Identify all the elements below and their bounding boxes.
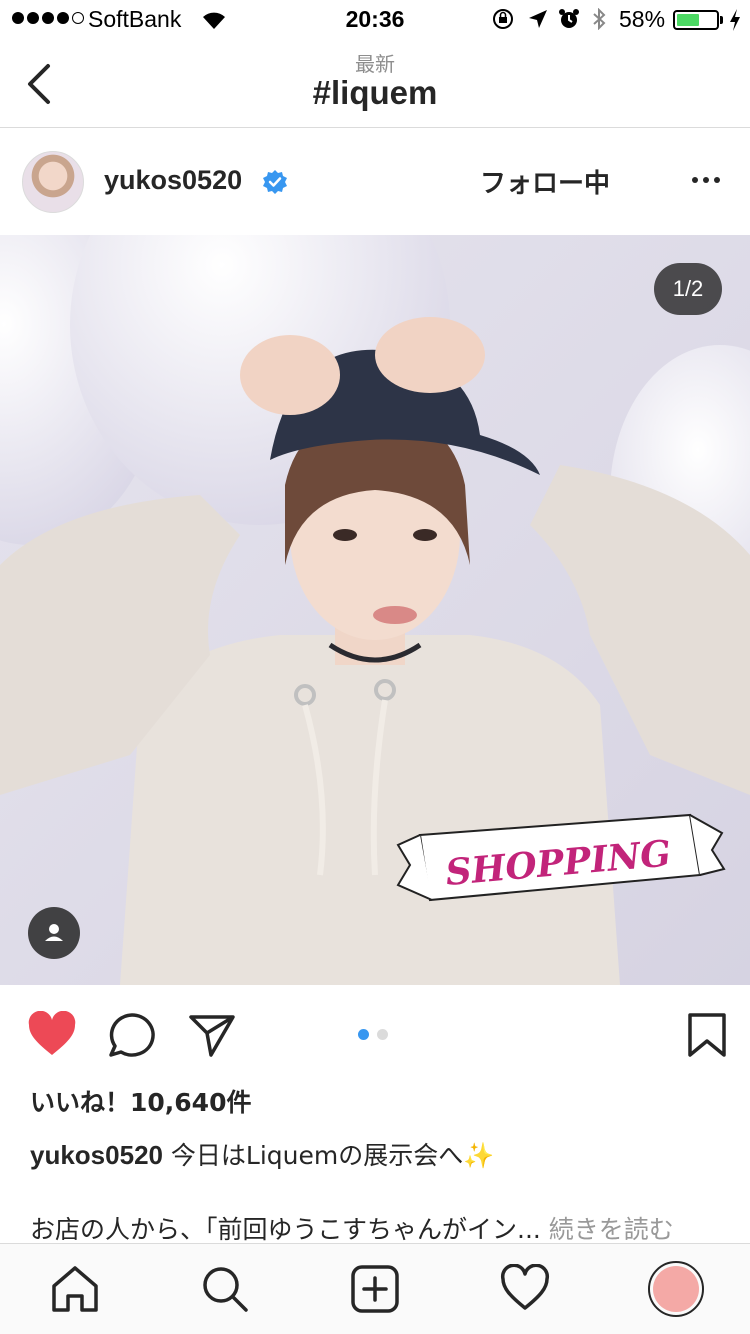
bluetooth-icon — [593, 8, 606, 30]
page-title: #liquem — [312, 74, 438, 111]
person-icon — [45, 924, 63, 941]
navigation-header: 最新 #liquem — [0, 40, 750, 128]
activity-tab[interactable] — [500, 1264, 550, 1314]
comment-button[interactable] — [107, 1011, 157, 1059]
nav-subtitle: 最新 — [355, 52, 395, 76]
post-image: SHOPPING — [0, 235, 750, 985]
caption-text: 今日はLiquemの展示会へ✨ — [162, 1141, 495, 1170]
read-more-link[interactable]: 続きを読む — [541, 1215, 674, 1244]
carousel-page-indicator: 1/2 — [654, 263, 722, 315]
verified-badge-icon — [263, 170, 287, 194]
caption-username[interactable]: yukos0520 — [30, 1140, 163, 1170]
battery-percent: 58% — [619, 6, 666, 32]
save-button[interactable] — [683, 1011, 733, 1059]
post-photo[interactable]: SHOPPING 1/2 — [0, 235, 750, 985]
status-bar: SoftBank 20:36 58% — [0, 0, 750, 40]
profile-tab[interactable] — [648, 1261, 704, 1317]
post-username[interactable]: yukos0520 — [104, 165, 242, 196]
location-icon — [529, 10, 547, 28]
share-button[interactable] — [187, 1011, 237, 1059]
alarm-icon — [559, 9, 579, 28]
caption: yukos0520 今日はLiquemの展示会へ✨ — [30, 1136, 494, 1172]
post-actions — [0, 985, 750, 1081]
like-count[interactable]: いいね！10,640件 — [30, 1083, 251, 1119]
like-button[interactable] — [27, 1011, 77, 1059]
rotation-lock-icon — [493, 9, 513, 29]
search-tab[interactable] — [200, 1264, 250, 1314]
post-header: yukos0520 フォロー中 — [0, 129, 750, 235]
bottom-tab-bar — [0, 1243, 750, 1334]
more-options-icon[interactable] — [688, 165, 724, 195]
avatar[interactable] — [22, 151, 84, 213]
profile-avatar — [653, 1266, 699, 1312]
following-button[interactable]: フォロー中 — [460, 163, 630, 200]
charging-icon — [730, 9, 740, 31]
caption-continued: お店の人から、「前回ゆうこすちゃんがイン... 続きを読む — [30, 1210, 674, 1246]
home-tab[interactable] — [50, 1264, 100, 1314]
caption-line-2: お店の人から、「前回ゆうこすちゃんがイン... — [30, 1215, 541, 1244]
carousel-dots — [358, 1029, 388, 1040]
user-tags-button[interactable] — [28, 907, 80, 959]
add-post-tab[interactable] — [350, 1264, 400, 1314]
battery-icon — [673, 10, 719, 30]
